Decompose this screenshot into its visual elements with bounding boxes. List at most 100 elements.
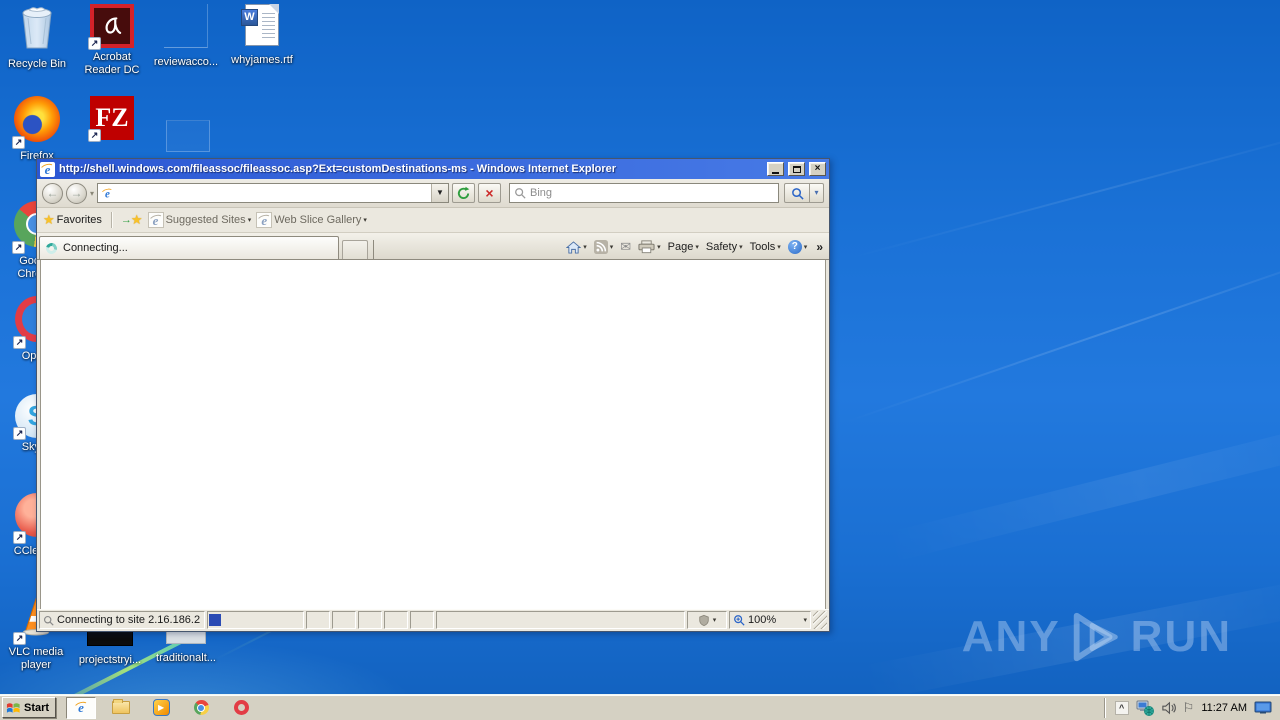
suggested-sites-icon: e (149, 213, 163, 228)
zoom-control[interactable]: 100% ▾ (729, 611, 811, 629)
tab-label: Connecting... (63, 242, 128, 254)
progress-bar (207, 611, 304, 629)
word-w-badge: W (241, 9, 258, 26)
volume-tray-icon[interactable] (1161, 701, 1176, 715)
search-go-button[interactable] (784, 183, 810, 203)
desktop-icon-filezilla[interactable]: FZ ↗ (76, 96, 148, 143)
taskbar-button-explorer[interactable] (106, 697, 136, 719)
address-bar[interactable]: e ▼ (97, 183, 450, 203)
blank-file-icon (164, 4, 208, 53)
desktop-icon-label: Recycle Bin (7, 58, 67, 70)
shortcut-arrow-icon: ↗ (88, 37, 101, 50)
status-search-icon (43, 615, 54, 626)
close-icon: × (814, 163, 821, 174)
add-favorite-button[interactable]: → ★ (121, 212, 143, 228)
anyrun-watermark: ANY RUN (962, 608, 1232, 666)
home-button[interactable]: ▾ (566, 240, 587, 254)
tab-connecting[interactable]: Connecting... (39, 236, 339, 259)
loading-spinner-icon (43, 240, 60, 256)
ie-favicon: e (40, 161, 55, 177)
search-box[interactable] (509, 183, 779, 203)
desktop-icon-label: projectstryi... (78, 654, 142, 666)
suggested-sites-label: Suggested Sites (165, 214, 246, 226)
taskbar-button-internet-explorer[interactable]: e (66, 696, 97, 719)
windows-logo-icon (6, 702, 20, 713)
resize-grip[interactable] (813, 611, 827, 629)
web-slice-gallery-button[interactable]: e Web Slice Gallery ▾ (256, 212, 367, 228)
desktop-icon-firefox[interactable]: ↗ Firefox (1, 96, 73, 163)
background-streak (844, 238, 1280, 424)
chevron-down-icon: ▾ (583, 244, 587, 251)
separator (1103, 697, 1106, 718)
add-favorite-star-icon: ★ (130, 212, 143, 227)
search-input[interactable] (530, 187, 774, 199)
page-favicon: e (101, 187, 114, 200)
back-button[interactable]: ← (42, 182, 63, 204)
feeds-button[interactable]: ▾ (593, 240, 614, 254)
taskbar-button-chrome[interactable] (186, 697, 216, 719)
read-mail-button[interactable]: ✉ (620, 239, 631, 255)
taskbar-button-opera[interactable] (226, 697, 256, 719)
page-content-area[interactable] (40, 260, 826, 609)
minimize-icon (772, 171, 779, 174)
address-dropdown-button[interactable]: ▼ (431, 184, 449, 202)
desktop-icon-label: VLC media player (8, 646, 64, 671)
shortcut-arrow-icon: ↗ (13, 427, 26, 440)
shield-icon (699, 614, 709, 626)
history-dropdown-icon[interactable]: ▾ (90, 189, 94, 198)
desktop-icon-recycle-bin[interactable]: Recycle Bin (1, 4, 73, 71)
media-player-icon: ▶ (152, 699, 170, 716)
desktop-icon-label: whyjames.rtf (231, 54, 293, 66)
chevron-down-icon: ▾ (777, 244, 781, 251)
search-options-dropdown[interactable]: ▾ (810, 183, 824, 203)
shortcut-arrow-icon: ↗ (13, 531, 26, 544)
desktop-icon-reviewacco[interactable]: reviewacco... (150, 4, 222, 69)
taskbar-clock[interactable]: 11:27 AM (1201, 702, 1247, 714)
page-menu-button[interactable]: Page ▾ (668, 241, 699, 253)
rss-icon (593, 240, 608, 254)
close-button[interactable]: × (809, 162, 826, 176)
toolbar-overflow-button[interactable]: » (816, 240, 823, 254)
chevron-down-icon: ▾ (712, 617, 717, 624)
suggested-sites-button[interactable]: e Suggested Sites ▾ (147, 212, 251, 228)
background-streak (884, 407, 1280, 563)
search-go-icon (791, 187, 804, 200)
desktop-icon-whyjames[interactable]: W whyjames.rtf (226, 4, 298, 67)
taskbar-button-media-player[interactable]: ▶ (146, 697, 176, 719)
desktop-icon-acrobat[interactable]: ↗ Acrobat Reader DC (76, 4, 148, 77)
stop-button[interactable]: × (478, 183, 502, 203)
help-button[interactable]: ? ▾ (787, 240, 808, 254)
show-hidden-icons-button[interactable]: ^ (1114, 700, 1129, 715)
chevron-down-icon: ▾ (803, 244, 808, 251)
rtf-document-icon: W (241, 4, 279, 51)
new-tab-button[interactable] (342, 240, 368, 259)
desktop-icon-label: reviewacco... (153, 56, 219, 68)
shortcut-arrow-icon: ↗ (88, 129, 101, 142)
security-zone-button[interactable]: ▾ (687, 611, 727, 629)
start-button[interactable]: Start (2, 697, 57, 718)
action-center-flag-icon[interactable]: ⚐ (1183, 700, 1195, 716)
network-tray-icon[interactable] (1136, 700, 1154, 716)
status-cell (410, 611, 434, 629)
minimize-button[interactable] (767, 162, 784, 176)
shortcut-arrow-icon: ↗ (13, 336, 26, 349)
chevron-down-icon: ▾ (609, 244, 614, 251)
window-title: http://shell.windows.com/fileassoc/filea… (59, 163, 617, 175)
safety-menu-button[interactable]: Safety ▾ (706, 241, 743, 253)
chevron-down-icon: ▾ (695, 244, 699, 251)
print-button[interactable]: ▾ (638, 240, 661, 254)
web-slice-gallery-label: Web Slice Gallery (274, 214, 362, 226)
status-cell (436, 611, 685, 629)
maximize-icon (792, 165, 801, 173)
address-input[interactable] (115, 185, 432, 201)
refresh-button[interactable] (452, 183, 476, 203)
forward-button[interactable]: → (66, 182, 87, 204)
title-bar[interactable]: e http://shell.windows.com/fileassoc/fil… (37, 159, 829, 179)
maximize-button[interactable] (788, 162, 805, 176)
mail-icon: ✉ (620, 239, 632, 254)
display-tray-icon[interactable] (1254, 701, 1272, 715)
status-cell (332, 611, 356, 629)
favorites-button[interactable]: ★ Favorites (43, 212, 102, 228)
tools-menu-button[interactable]: Tools ▾ (750, 241, 781, 253)
tools-menu-label: Tools (749, 241, 776, 253)
